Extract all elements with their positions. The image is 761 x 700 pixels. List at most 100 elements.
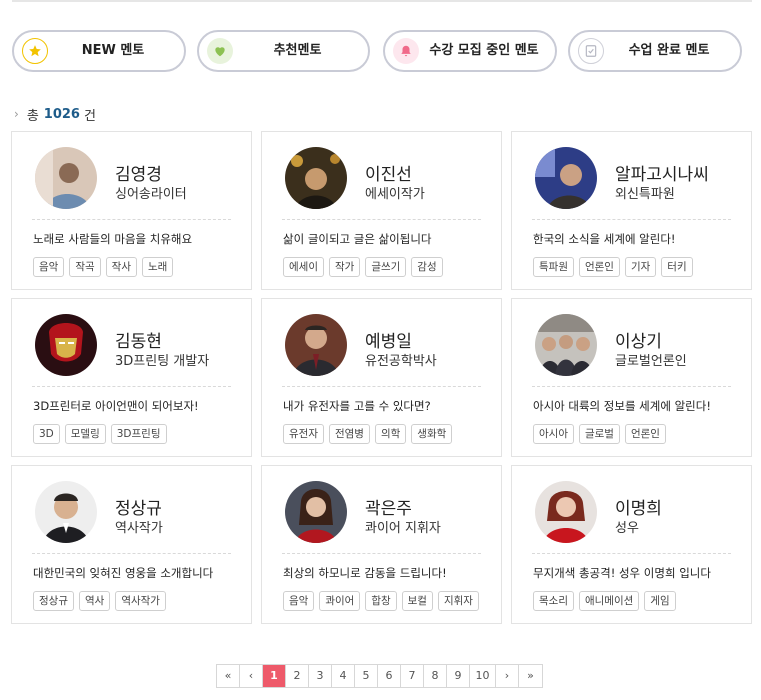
tag[interactable]: 터키 bbox=[661, 257, 693, 277]
tag-list: 에세이 작가 글쓰기 감성 bbox=[283, 257, 443, 277]
tag-list: 목소리 애니메이션 게임 bbox=[533, 591, 676, 611]
mentor-card[interactable]: 김영경 싱어송라이터 노래로 사람들의 마음을 치유해요 음악 작곡 작사 노래 bbox=[11, 131, 252, 290]
page-10-button[interactable]: 10 bbox=[470, 665, 496, 687]
tag[interactable]: 작사 bbox=[105, 257, 137, 277]
card-divider bbox=[282, 219, 481, 220]
avatar bbox=[35, 147, 97, 209]
completed-mentor-label: 수업 완료 멘토 bbox=[628, 43, 710, 58]
page-5-button[interactable]: 5 bbox=[355, 665, 378, 687]
tag[interactable]: 글쓰기 bbox=[365, 257, 407, 277]
mentor-role: 싱어송라이터 bbox=[115, 187, 187, 202]
tag[interactable]: 에세이 bbox=[283, 257, 324, 277]
last-page-button[interactable]: » bbox=[519, 665, 542, 687]
tag[interactable]: 언론인 bbox=[578, 257, 620, 277]
tag[interactable]: 언론인 bbox=[624, 424, 666, 444]
page-4-button[interactable]: 4 bbox=[332, 665, 355, 687]
tag[interactable]: 아시아 bbox=[533, 424, 574, 444]
tag[interactable]: 특파원 bbox=[533, 257, 574, 277]
mentor-name: 이상기 bbox=[615, 332, 662, 352]
page-6-button[interactable]: 6 bbox=[378, 665, 401, 687]
next-page-button[interactable]: › bbox=[496, 665, 519, 687]
tag[interactable]: 작곡 bbox=[69, 257, 101, 277]
tag[interactable]: 생화학 bbox=[411, 424, 453, 444]
mentor-card[interactable]: 예병일 유전공학박사 내가 유전자를 고를 수 있다면? 유전자 전염병 의학 … bbox=[261, 298, 502, 457]
tag[interactable]: 합창 bbox=[365, 591, 397, 611]
mentor-card[interactable]: 정상규 역사작가 대한민국의 잊혀진 영웅을 소개합니다 정상규 역사 역사작가 bbox=[11, 465, 252, 624]
mentor-role: 유전공학박사 bbox=[365, 354, 437, 369]
page-1-button[interactable]: 1 bbox=[263, 665, 286, 687]
tag[interactable]: 정상규 bbox=[33, 591, 74, 611]
tag[interactable]: 음악 bbox=[33, 257, 65, 277]
mentor-description: 대한민국의 잊혀진 영웅을 소개합니다 bbox=[33, 566, 214, 580]
mentor-card[interactable]: 김동현 3D프린팅 개발자 3D프린터로 아이언맨이 되어보자! 3D 모델링 … bbox=[11, 298, 252, 457]
prev-page-button[interactable]: ‹ bbox=[240, 665, 263, 687]
mentor-role: 역사작가 bbox=[115, 521, 163, 536]
tag[interactable]: 글로벌 bbox=[578, 424, 620, 444]
mentor-description: 삶이 글이되고 글은 삶이됩니다 bbox=[283, 232, 432, 246]
card-divider bbox=[282, 386, 481, 387]
tag[interactable]: 보컬 bbox=[401, 591, 433, 611]
card-divider bbox=[32, 386, 231, 387]
chevron-right-icon: › bbox=[14, 107, 19, 121]
avatar bbox=[535, 314, 597, 376]
mentor-card[interactable]: 알파고시나씨 외신특파원 한국의 소식을 세계에 알린다! 특파원 언론인 기자… bbox=[511, 131, 752, 290]
page-2-button[interactable]: 2 bbox=[286, 665, 309, 687]
top-divider bbox=[12, 0, 752, 2]
tag[interactable]: 역사작가 bbox=[115, 591, 166, 611]
mentor-name: 정상규 bbox=[115, 499, 162, 519]
new-mentor-button[interactable]: NEW 멘토 bbox=[12, 30, 186, 72]
avatar bbox=[535, 147, 597, 209]
star-icon bbox=[22, 38, 48, 64]
tag[interactable]: 기자 bbox=[624, 257, 657, 277]
tag[interactable]: 역사 bbox=[78, 591, 111, 611]
card-divider bbox=[282, 553, 481, 554]
recruiting-mentor-label: 수강 모집 중인 멘토 bbox=[429, 43, 539, 58]
page-8-button[interactable]: 8 bbox=[424, 665, 447, 687]
tag-list: 음악 콰이어 합창 보컬 지휘자 bbox=[283, 591, 479, 611]
total-suffix: 건 bbox=[83, 108, 96, 124]
bell-icon bbox=[393, 38, 419, 64]
mentor-role: 3D프린팅 개발자 bbox=[115, 354, 210, 369]
tag[interactable]: 의학 bbox=[374, 424, 407, 444]
total-prefix: 총 bbox=[26, 108, 39, 124]
tag[interactable]: 작가 bbox=[328, 257, 361, 277]
mentor-role: 글로벌언론인 bbox=[615, 354, 687, 369]
mentor-role: 콰이어 지휘자 bbox=[365, 521, 441, 536]
completed-mentor-button[interactable]: 수업 완료 멘토 bbox=[568, 30, 742, 72]
first-page-button[interactable]: « bbox=[217, 665, 240, 687]
mentor-card[interactable]: 이상기 글로벌언론인 아시아 대륙의 정보를 세계에 알린다! 아시아 글로벌 … bbox=[511, 298, 752, 457]
recruiting-mentor-button[interactable]: 수강 모집 중인 멘토 bbox=[383, 30, 557, 72]
mentor-card[interactable]: 이진선 에세이작가 삶이 글이되고 글은 삶이됩니다 에세이 작가 글쓰기 감성 bbox=[261, 131, 502, 290]
tag[interactable]: 애니메이션 bbox=[578, 591, 640, 611]
page-3-button[interactable]: 3 bbox=[309, 665, 332, 687]
mentor-description: 한국의 소식을 세계에 알린다! bbox=[533, 232, 676, 246]
page-9-button[interactable]: 9 bbox=[447, 665, 470, 687]
tag-list: 특파원 언론인 기자 터키 bbox=[533, 257, 693, 277]
tag[interactable]: 3D bbox=[33, 424, 60, 444]
tag[interactable]: 음악 bbox=[283, 591, 315, 611]
mentor-description: 아시아 대륙의 정보를 세계에 알린다! bbox=[533, 399, 711, 413]
tag[interactable]: 모델링 bbox=[64, 424, 106, 444]
mentor-card[interactable]: 곽은주 콰이어 지휘자 최상의 하모니로 감동을 드립니다! 음악 콰이어 합창… bbox=[261, 465, 502, 624]
recommended-mentor-button[interactable]: 추천멘토 bbox=[197, 30, 370, 72]
tag[interactable]: 콰이어 bbox=[319, 591, 361, 611]
total-count-value: 1026 bbox=[43, 106, 80, 122]
mentor-filter-bar: NEW 멘토 추천멘토 수강 모집 중인 멘토 수업 완료 멘토 bbox=[12, 30, 752, 72]
heart-icon bbox=[207, 38, 233, 64]
tag[interactable]: 전염병 bbox=[328, 424, 370, 444]
tag[interactable]: 3D프린팅 bbox=[110, 424, 167, 444]
tag-list: 정상규 역사 역사작가 bbox=[33, 591, 166, 611]
tag[interactable]: 지휘자 bbox=[437, 591, 479, 611]
tag[interactable]: 노래 bbox=[141, 257, 174, 277]
tag[interactable]: 감성 bbox=[411, 257, 443, 277]
page-7-button[interactable]: 7 bbox=[401, 665, 424, 687]
mentor-name: 예병일 bbox=[365, 332, 412, 352]
mentor-name: 곽은주 bbox=[365, 499, 412, 519]
tag[interactable]: 목소리 bbox=[533, 591, 574, 611]
tag[interactable]: 유전자 bbox=[283, 424, 324, 444]
mentor-description: 노래로 사람들의 마음을 치유해요 bbox=[33, 232, 193, 246]
mentor-card[interactable]: 이명희 성우 무지개색 총공격! 성우 이명희 입니다 목소리 애니메이션 게임 bbox=[511, 465, 752, 624]
tag[interactable]: 게임 bbox=[644, 591, 676, 611]
card-divider bbox=[532, 386, 731, 387]
tag-list: 유전자 전염병 의학 생화학 bbox=[283, 424, 453, 444]
